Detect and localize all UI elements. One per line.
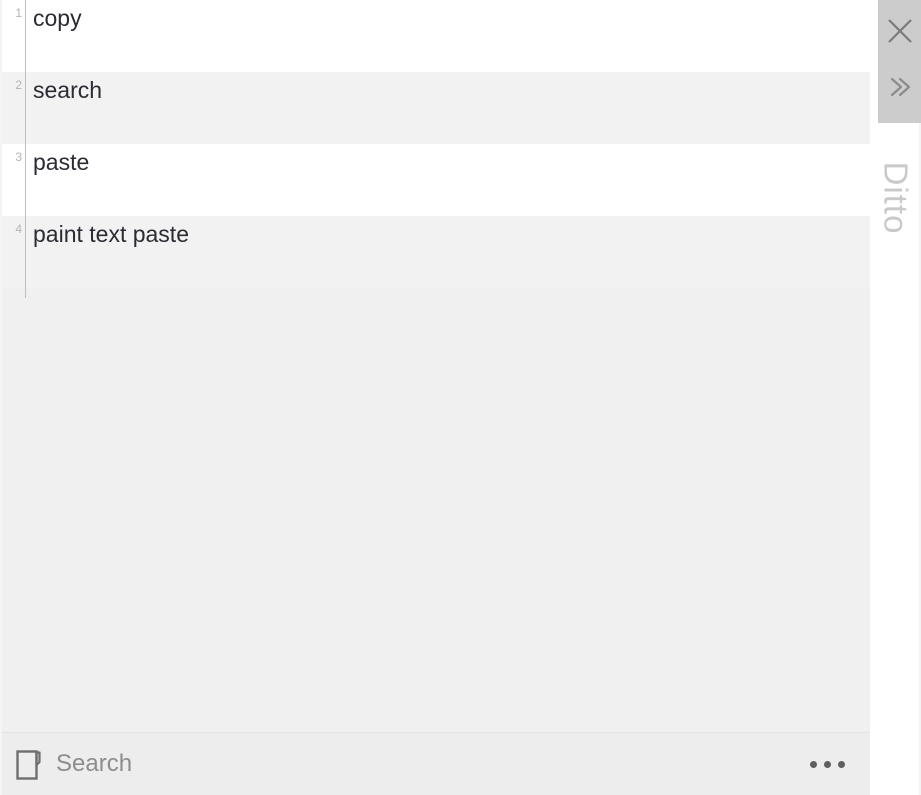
search-input[interactable]: [56, 747, 792, 781]
list-item[interactable]: 3 paste: [2, 144, 870, 216]
list-item-index: 3: [15, 150, 22, 164]
close-icon: [887, 19, 912, 43]
list-item[interactable]: 4 paint text paste: [2, 216, 870, 288]
ditto-window: 1 copy 2 search 3 paste 4 paint text pas…: [0, 0, 921, 795]
right-sidebar: Ditto: [870, 0, 921, 795]
list-item-gutter: 2: [2, 72, 26, 144]
list-item-text: paint text paste: [33, 221, 189, 247]
brand-label: Ditto: [870, 136, 921, 266]
list-item-gutter: 4: [2, 216, 26, 288]
list-item[interactable]: 2 search: [2, 72, 870, 144]
bottom-toolbar: [2, 732, 870, 795]
app-brand-text: Ditto: [877, 161, 915, 235]
ellipsis-icon: [837, 760, 845, 768]
list-item-gutter: 1: [2, 0, 26, 72]
list-item-text: paste: [33, 149, 90, 175]
close-button[interactable]: [878, 2, 921, 60]
clipboard-list[interactable]: 1 copy 2 search 3 paste 4 paint text pas…: [2, 0, 870, 732]
list-item-gutter: 3: [2, 144, 26, 216]
expand-button[interactable]: [878, 58, 921, 116]
list-item-index: 4: [15, 222, 22, 236]
more-options-button[interactable]: [792, 742, 862, 786]
clipboard-list-area: 1 copy 2 search 3 paste 4 paint text pas…: [0, 0, 870, 795]
clipboard-icon[interactable]: [2, 748, 56, 780]
ellipsis-icon: [809, 760, 817, 768]
list-item-index: 1: [15, 6, 22, 20]
sidebar-toolbar: [878, 0, 921, 123]
gutter-rule: [25, 288, 26, 298]
list-item-text: copy: [33, 5, 82, 31]
ellipsis-icon: [823, 760, 831, 768]
list-item[interactable]: 1 copy: [2, 0, 870, 72]
double-chevron-right-icon: [890, 77, 910, 97]
list-item-index: 2: [15, 78, 22, 92]
list-item-text: search: [33, 77, 103, 103]
